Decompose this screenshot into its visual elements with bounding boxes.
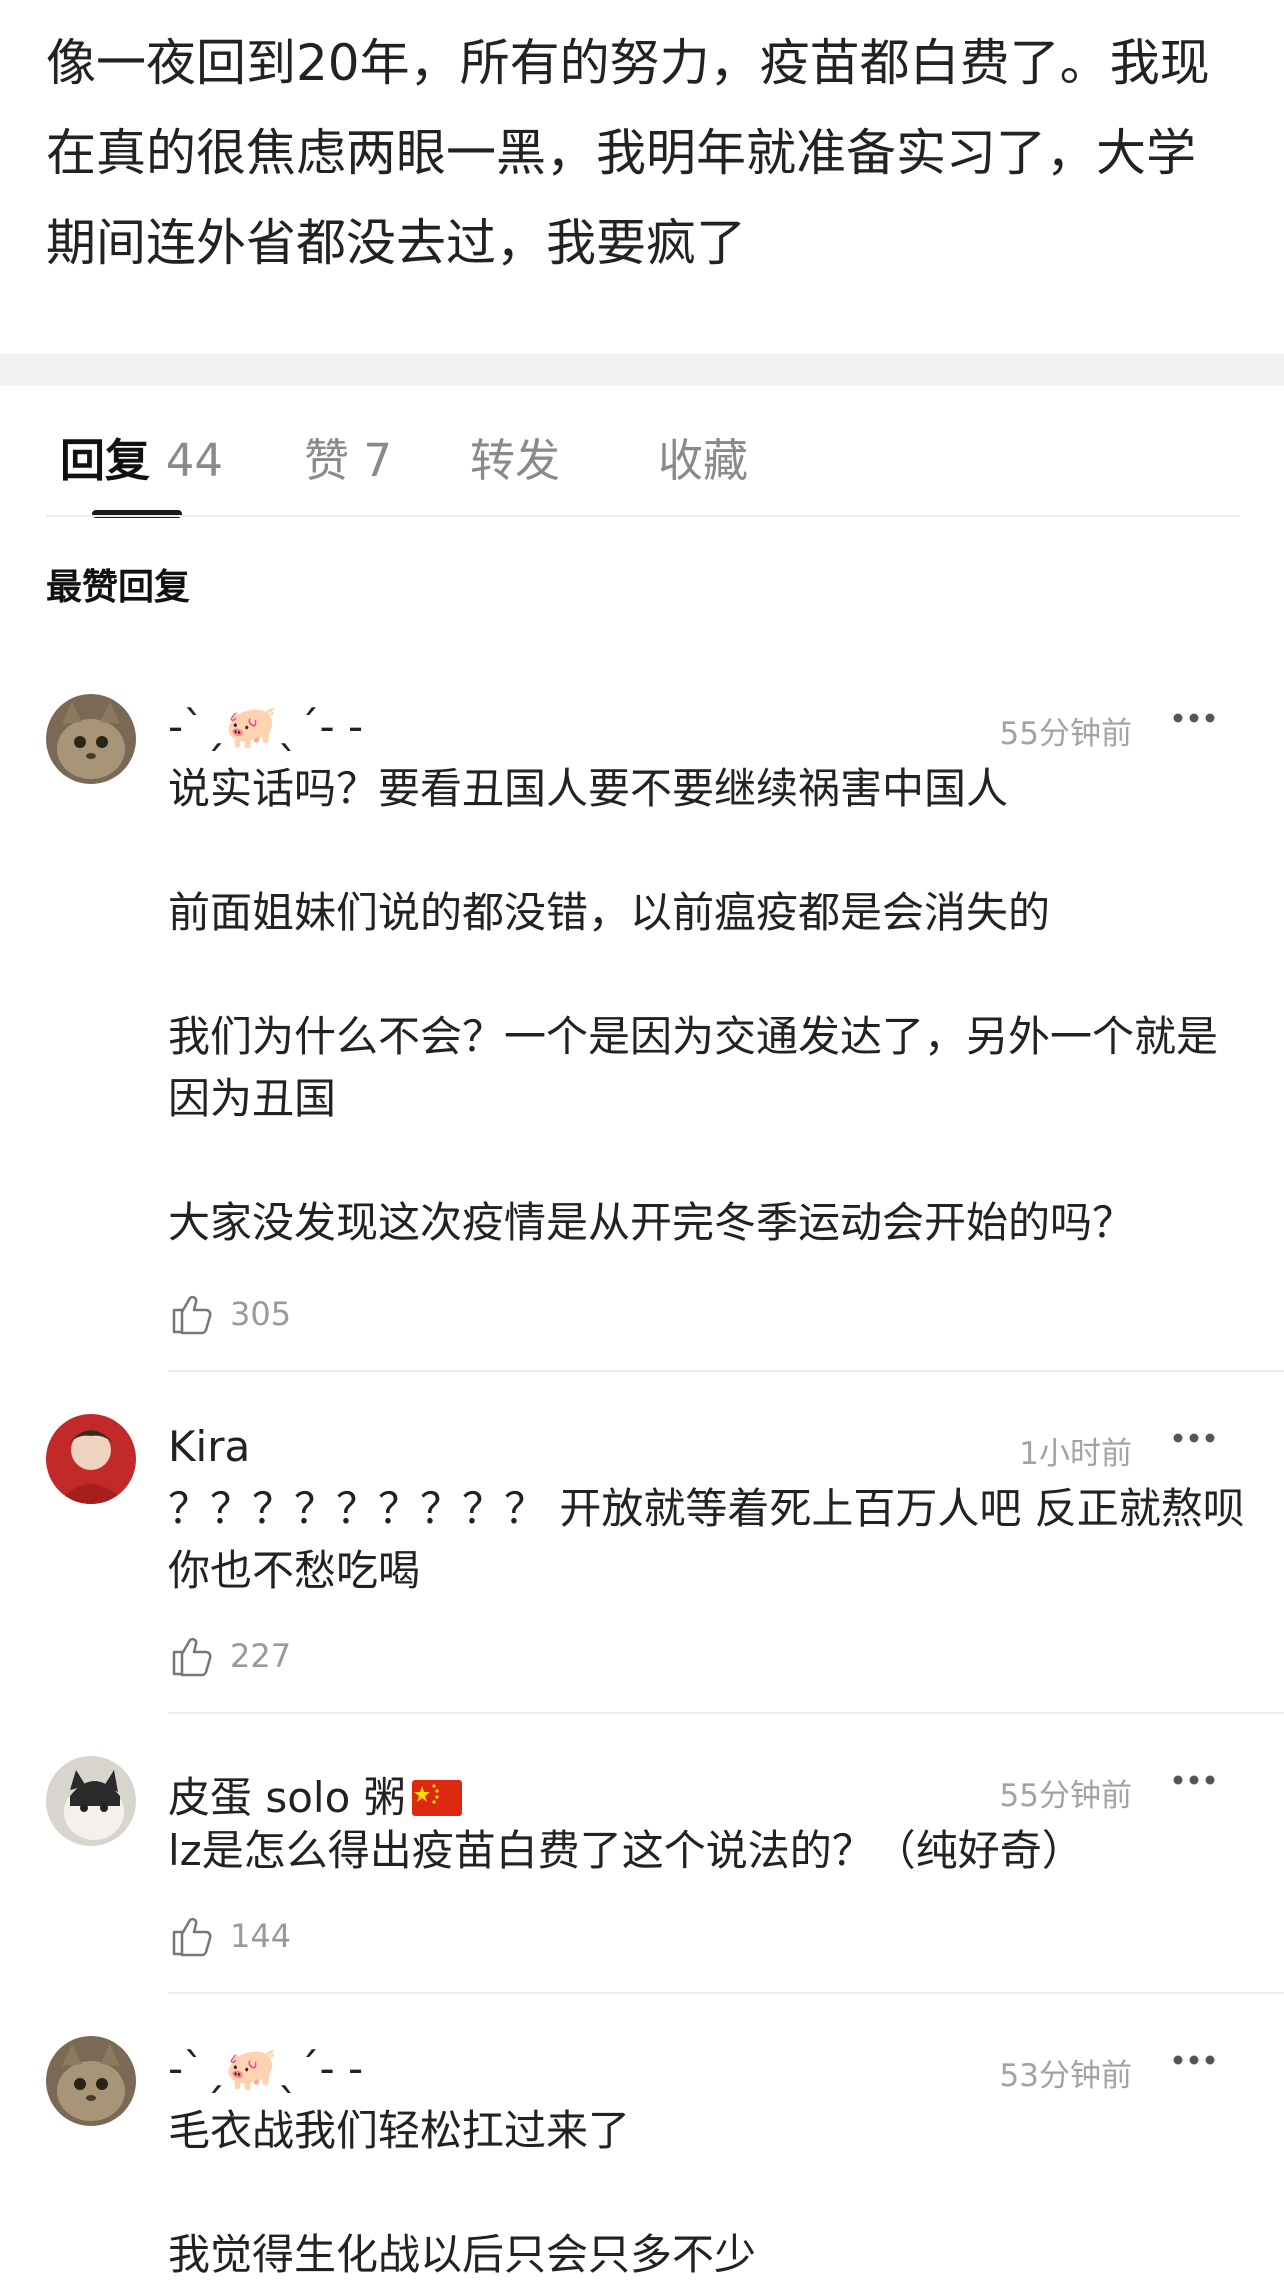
tabs-divider bbox=[46, 515, 1240, 517]
tab-favorites[interactable]: 收藏 bbox=[658, 424, 748, 489]
tab-replies[interactable]: 回复 44 bbox=[60, 424, 223, 489]
comment-paragraph: ？？？？？？？？？ 开放就等着死上百万人吧 反正就熬呗 你也不愁吃喝 bbox=[168, 1484, 1245, 1595]
cat-avatar-icon bbox=[46, 1756, 136, 1846]
tab-likes[interactable]: 赞 7 bbox=[304, 424, 392, 489]
tab-reposts-label: 转发 bbox=[470, 434, 561, 487]
avatar[interactable] bbox=[46, 1756, 136, 1846]
avatar[interactable] bbox=[46, 1414, 136, 1504]
like-button[interactable]: 227 bbox=[168, 1630, 291, 1682]
china-flag-icon bbox=[411, 1780, 462, 1816]
tab-reposts[interactable]: 转发 bbox=[470, 424, 560, 489]
timestamp: 55分钟前 bbox=[999, 1778, 1132, 1814]
section-title: 最赞回复 bbox=[46, 567, 191, 608]
like-button[interactable]: 305 bbox=[168, 1288, 291, 1340]
comment-paragraph bbox=[168, 2162, 1248, 2224]
comment-paragraph: 毛衣战我们轻松扛过来了 bbox=[168, 2106, 631, 2155]
more-options-icon[interactable] bbox=[1170, 708, 1218, 728]
interaction-tabs: 回复 44 赞 7 转发 收藏 bbox=[0, 386, 1284, 518]
like-count: 144 bbox=[230, 1917, 292, 1955]
tab-likes-label: 赞 bbox=[304, 434, 350, 487]
username[interactable]: Kira bbox=[168, 1422, 250, 1471]
portrait-avatar-icon bbox=[46, 1414, 136, 1504]
comment-paragraph: 前面姐妹们说的都没错，以前瘟疫都是会消失的 bbox=[168, 888, 1051, 937]
cat-avatar-icon bbox=[46, 694, 136, 784]
more-options-icon[interactable] bbox=[1170, 2050, 1218, 2070]
tab-replies-count: 44 bbox=[165, 434, 223, 487]
username[interactable]: -ˋˏ🐖ˎˊ- - bbox=[168, 702, 363, 752]
like-count: 305 bbox=[230, 1295, 292, 1333]
avatar[interactable] bbox=[46, 694, 136, 784]
timestamp: 53分钟前 bbox=[999, 2058, 1132, 2094]
tab-likes-count: 7 bbox=[363, 434, 392, 487]
post-body-text: 像一夜回到20年，所有的努力，疫苗都白费了。我现在真的很焦虑两眼一黑，我明年就准… bbox=[46, 34, 1210, 272]
comment-paragraph: 我觉得生化战以后只会只多不少 bbox=[168, 2230, 757, 2279]
comment-divider bbox=[168, 1992, 1284, 1994]
comment-paragraph: 我们为什么不会？一个是因为交通发达了，另外一个就是因为丑国 bbox=[168, 1012, 1219, 1123]
comment-divider bbox=[168, 1712, 1284, 1714]
comment-paragraph bbox=[168, 820, 1248, 882]
timestamp: 1小时前 bbox=[1019, 1436, 1132, 1472]
more-options-icon[interactable] bbox=[1170, 1770, 1218, 1790]
comment-text: 毛衣战我们轻松扛过来了 我觉得生化战以后只会只多不少 bbox=[168, 2100, 1248, 2286]
comment-divider bbox=[168, 1370, 1284, 1372]
comment-paragraph: 说实话吗？要看丑国人要不要继续祸害中国人 bbox=[168, 764, 1009, 813]
username[interactable]: -ˋˏ🐖ˎˊ- - bbox=[168, 2044, 363, 2094]
comment-paragraph: lz是怎么得出疫苗白费了这个说法的？（纯好奇） bbox=[168, 1826, 1084, 1875]
comment-paragraph bbox=[168, 944, 1248, 1006]
thumbs-up-icon bbox=[172, 1917, 212, 1957]
thumbs-up-icon bbox=[172, 1295, 212, 1335]
thumbs-up-icon bbox=[172, 1637, 212, 1677]
cat-avatar-icon bbox=[46, 2036, 136, 2126]
username-text: 皮蛋 solo 粥 bbox=[168, 1773, 406, 1822]
comment-text: 说实话吗？要看丑国人要不要继续祸害中国人 前面姐妹们说的都没错，以前瘟疫都是会消… bbox=[168, 758, 1248, 1254]
comment-paragraph: 大家没发现这次疫情是从开完冬季运动会开始的吗？ bbox=[168, 1198, 1135, 1247]
more-options-icon[interactable] bbox=[1170, 1428, 1218, 1448]
like-button[interactable]: 144 bbox=[168, 1910, 291, 1962]
like-count: 227 bbox=[230, 1637, 292, 1675]
username[interactable]: 皮蛋 solo 粥 bbox=[168, 1764, 462, 1825]
timestamp: 55分钟前 bbox=[999, 716, 1132, 752]
comment-paragraph bbox=[168, 1130, 1248, 1192]
tab-favorites-label: 收藏 bbox=[658, 434, 749, 487]
comment-text: ？？？？？？？？？ 开放就等着死上百万人吧 反正就熬呗 你也不愁吃喝 bbox=[168, 1478, 1248, 1602]
section-separator bbox=[0, 354, 1284, 386]
tab-replies-label: 回复 bbox=[60, 434, 151, 487]
avatar[interactable] bbox=[46, 2036, 136, 2126]
comment-text: lz是怎么得出疫苗白费了这个说法的？（纯好奇） bbox=[168, 1820, 1248, 1882]
